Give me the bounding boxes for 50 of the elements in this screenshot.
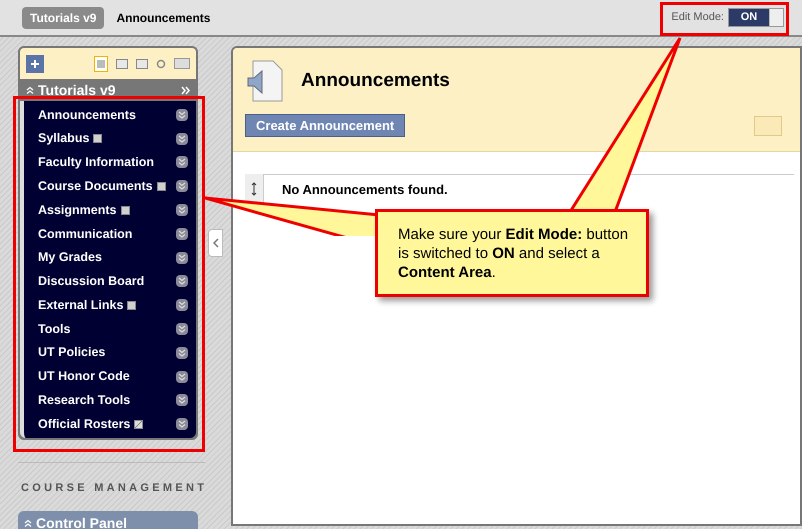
chevron-icon[interactable]: [176, 346, 188, 359]
chevron-icon[interactable]: [176, 228, 188, 240]
menu-item[interactable]: Communication: [38, 224, 132, 244]
edit-mode-label: Edit Mode:: [671, 10, 724, 26]
breadcrumb-link[interactable]: Announcements: [116, 8, 210, 26]
chevron-icon[interactable]: [176, 204, 188, 216]
edit-mode-toggle[interactable]: ON: [728, 8, 784, 27]
chevron-icon[interactable]: [176, 108, 188, 121]
chevron-icon[interactable]: [176, 180, 188, 192]
callout-text: Make sure your Edit Mode: button is switched to ON and select a Content Area.: [398, 224, 630, 282]
chevron-icon[interactable]: [176, 275, 188, 288]
chevron-icon[interactable]: [176, 252, 188, 264]
menu-title[interactable]: Tutorials v9: [38, 80, 116, 100]
empty-message: No Announcements found.: [282, 180, 448, 199]
menu-item[interactable]: UT Policies: [38, 343, 106, 362]
chevron-icon[interactable]: [176, 299, 188, 312]
link-icon: [134, 420, 144, 429]
menu-item[interactable]: My Grades: [38, 248, 102, 268]
collapse-icon[interactable]: [24, 519, 32, 528]
create-announcement-button[interactable]: Create Announcement: [245, 114, 406, 137]
menu-item[interactable]: Syllabus: [38, 129, 90, 148]
menu-item[interactable]: Research Tools: [38, 391, 130, 410]
menu-item[interactable]: Tools: [38, 320, 70, 338]
menu-item[interactable]: Announcements: [38, 106, 136, 124]
expand-icon[interactable]: [181, 86, 190, 94]
collapse-handle[interactable]: [208, 229, 223, 257]
menu-item[interactable]: External Links: [38, 296, 124, 315]
menu-item[interactable]: UT Honor Code: [38, 367, 130, 386]
page-icon: [120, 206, 130, 215]
menu-item[interactable]: Faculty Information: [38, 153, 154, 172]
menu-item[interactable]: Assignments: [38, 200, 116, 220]
page-title: Announcements: [301, 68, 450, 93]
add-icon[interactable]: [26, 54, 44, 72]
menu-item[interactable]: Course Documents: [38, 176, 153, 196]
chevron-icon[interactable]: [176, 132, 188, 145]
menu-item[interactable]: Discussion Board: [38, 272, 144, 291]
page-icon: [156, 182, 166, 191]
page-icon: [127, 300, 136, 310]
chevron-icon[interactable]: [176, 370, 188, 383]
chevron-icon[interactable]: [176, 323, 188, 336]
chevron-icon[interactable]: [176, 156, 188, 168]
speaker-document-icon: [245, 60, 283, 102]
chevron-icon[interactable]: [176, 394, 188, 406]
drag-handle-icon[interactable]: [245, 174, 263, 204]
page-icon: [93, 134, 102, 144]
section-heading: COURSE MANAGEMENT: [21, 482, 208, 494]
chevron-icon[interactable]: [176, 418, 188, 430]
window-icon[interactable]: [136, 58, 148, 68]
collapse-icon[interactable]: [26, 86, 34, 94]
menu-item[interactable]: Official Rosters: [38, 414, 130, 434]
